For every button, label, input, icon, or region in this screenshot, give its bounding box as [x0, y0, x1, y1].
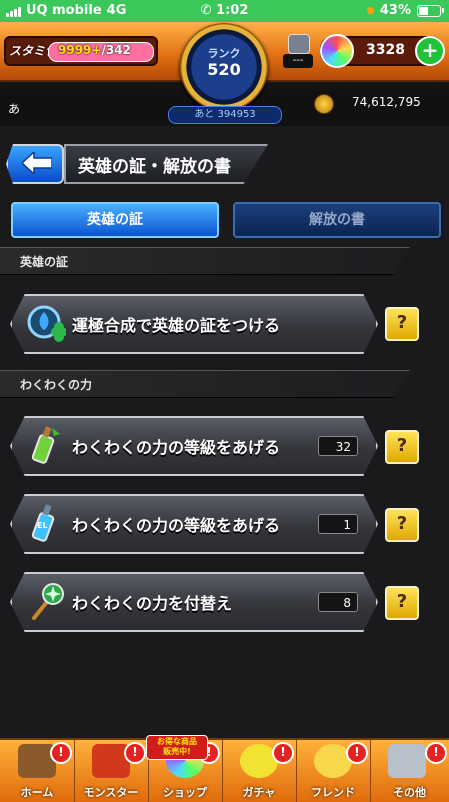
- magic-wand-icon: [32, 583, 64, 620]
- gold-coin-icon: [314, 94, 334, 114]
- nav-label: ホーム: [20, 786, 54, 799]
- alert-badge: !: [425, 742, 447, 764]
- battery-icon: [417, 4, 444, 17]
- shop-promo-badge: お得な商品 販売中!: [146, 735, 208, 760]
- badge-value: ---: [283, 54, 313, 68]
- player-name: あ: [8, 102, 21, 116]
- back-arrow-icon: [22, 152, 52, 174]
- mic-indicator-icon: [366, 7, 374, 14]
- rank-label: ランク: [207, 47, 241, 60]
- nav-gacha[interactable]: ! ガチャ: [222, 740, 297, 802]
- clock: 1:02: [216, 3, 249, 18]
- game-hud: スタミナ 9999+/342 ランク 520 あと 394953 --- 332…: [0, 22, 449, 126]
- badge-slot[interactable]: ---: [283, 34, 313, 70]
- rank-medal[interactable]: ランク 520: [180, 23, 268, 111]
- rank-next-exp: あと 394953: [168, 106, 282, 124]
- wakuwaku-grade-up-button-1[interactable]: わくわくの力の等級をあげる 32: [10, 416, 378, 476]
- alert-badge: !: [272, 742, 294, 764]
- orb-count: 3328: [366, 42, 405, 58]
- svg-text:EL: EL: [37, 521, 48, 530]
- nav-monster[interactable]: ! モンスター: [74, 740, 149, 802]
- promo-line-2: 販売中!: [163, 747, 191, 756]
- menu-label: わくわくの力の等級をあげる: [72, 516, 281, 535]
- tab-hero-proof[interactable]: 英雄の証: [11, 202, 219, 238]
- nav-label: フレンド: [311, 786, 355, 799]
- phone-icon: ✆: [200, 3, 212, 18]
- other-menu-icon: [388, 744, 426, 778]
- menu-label: わくわくの力の等級をあげる: [72, 438, 281, 457]
- el-potion-icon: EL: [31, 504, 55, 542]
- nav-other[interactable]: ! その他: [370, 740, 449, 802]
- item-count: 1: [318, 514, 358, 534]
- hero-proof-fusion-button[interactable]: 運極合成で英雄の証をつける: [10, 294, 378, 354]
- promo-line-1: お得な商品: [157, 737, 197, 746]
- battery-percent: 43%: [379, 3, 411, 18]
- wakuwaku-replace-button[interactable]: わくわくの力を付替え 8: [10, 572, 378, 632]
- stamina-current: 9999+: [58, 43, 102, 57]
- hero-badge-clover-icon: [27, 305, 66, 342]
- item-count: 8: [318, 592, 358, 612]
- orb-counter: 3328 +: [320, 34, 445, 68]
- stamina-meter[interactable]: スタミナ 9999+/342: [4, 36, 158, 66]
- nav-label: ガチャ: [242, 786, 276, 799]
- nav-friend[interactable]: ! フレンド: [296, 740, 371, 802]
- gold-amount: 74,612,795: [352, 95, 421, 109]
- help-button-hero-proof[interactable]: ?: [385, 307, 419, 341]
- nav-label: モンスター: [83, 786, 139, 799]
- item-count: 32: [318, 436, 358, 456]
- nav-label: ショップ: [163, 786, 207, 799]
- menu-label: 運極合成で英雄の証をつける: [72, 316, 281, 335]
- section-header-hero-proof: 英雄の証: [0, 247, 410, 275]
- section-header-wakuwaku: わくわくの力: [0, 370, 410, 398]
- tab-liberation-book[interactable]: 解放の書: [233, 202, 441, 238]
- menu-label: わくわくの力を付替え: [72, 594, 233, 613]
- stamina-max: /342: [101, 43, 131, 57]
- bottom-nav: ! ホーム ! モンスター ! ショップ ! ガチャ ! フレンド ! その他 …: [0, 735, 449, 802]
- section-title: 英雄の証: [20, 255, 69, 269]
- page-title: 英雄の証・解放の書: [78, 157, 231, 177]
- alert-badge: !: [124, 742, 146, 764]
- badge-icon: [288, 34, 310, 54]
- help-button-grade-up-2[interactable]: ?: [385, 508, 419, 542]
- alert-badge: !: [50, 742, 72, 764]
- nav-label: その他: [393, 786, 426, 799]
- green-potion-icon: [31, 426, 60, 464]
- add-orb-button[interactable]: +: [415, 36, 445, 66]
- title-bar: 英雄の証・解放の書: [0, 138, 449, 188]
- back-button[interactable]: [6, 144, 64, 184]
- status-bar: UQ mobile 4G ✆ 1:02 43%: [0, 0, 449, 22]
- help-button-grade-up-1[interactable]: ?: [385, 430, 419, 464]
- alert-badge: !: [346, 742, 368, 764]
- rank-value: 520: [207, 60, 241, 79]
- orb-icon: [320, 34, 354, 68]
- wakuwaku-grade-up-button-2[interactable]: EL わくわくの力の等級をあげる 1: [10, 494, 378, 554]
- nav-home[interactable]: ! ホーム: [0, 740, 75, 802]
- section-title: わくわくの力: [20, 378, 93, 392]
- help-button-replace[interactable]: ?: [385, 586, 419, 620]
